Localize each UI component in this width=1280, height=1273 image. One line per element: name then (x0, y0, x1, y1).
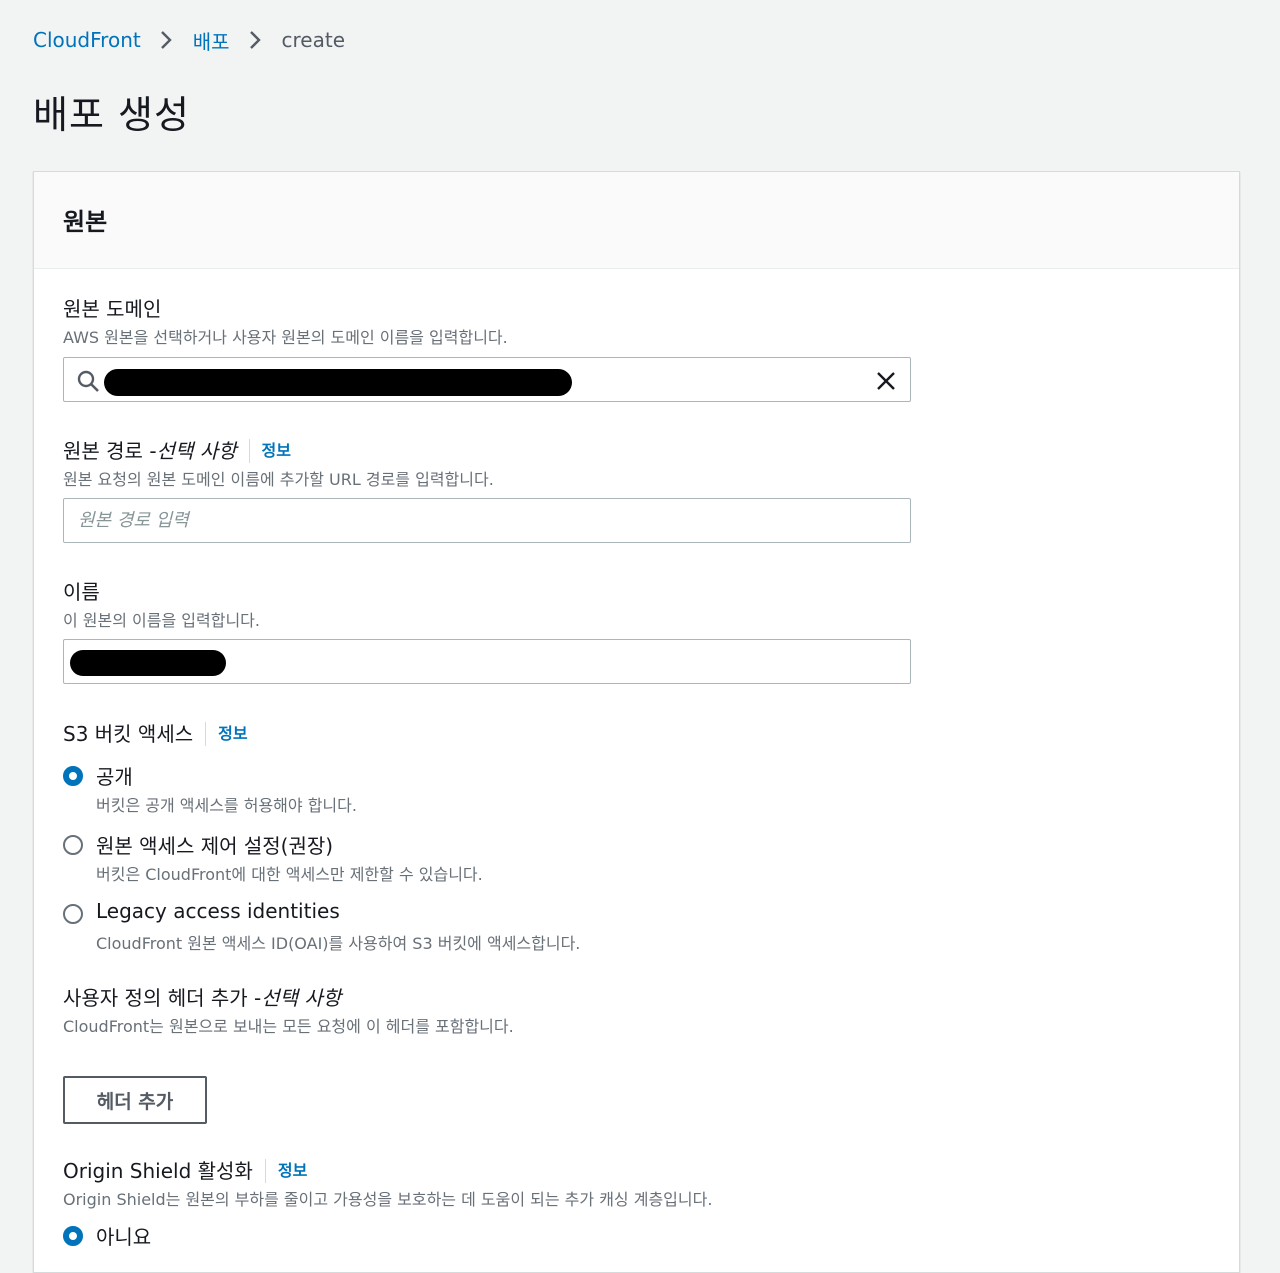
custom-header-field: 사용자 정의 헤더 추가 - 선택 사항 CloudFront는 원본으로 보내… (63, 984, 514, 1039)
radio-legacy-oai-label: Legacy access identities (96, 899, 340, 923)
radio-public-description: 버킷은 공개 액세스를 허용해야 합니다. (96, 796, 357, 815)
redacted-name (70, 650, 226, 676)
radio-button-origin-shield-no[interactable] (63, 1226, 83, 1246)
radio-origin-access-control-label: 원본 액세스 제어 설정(권장) (96, 834, 334, 858)
close-icon[interactable] (874, 369, 898, 393)
panel-title: 원본 (63, 208, 108, 236)
custom-header-label: 사용자 정의 헤더 추가 - (63, 986, 262, 1010)
search-icon (77, 370, 99, 392)
name-field: 이름 이 원본의 이름을 입력합니다. (63, 578, 260, 633)
chevron-right-icon (160, 31, 172, 49)
radio-public-label: 공개 (96, 765, 133, 789)
origin-path-label: 원본 경로 - (63, 439, 157, 463)
s3-access-field: S3 버킷 액세스 정보 (63, 720, 248, 748)
s3-access-label: S3 버킷 액세스 (63, 722, 194, 746)
breadcrumb: CloudFront 배포 create (33, 24, 345, 56)
origin-domain-description: AWS 원본을 선택하거나 사용자 원본의 도메인 이름을 입력합니다. (63, 328, 508, 347)
add-header-button[interactable]: 헤더 추가 (63, 1076, 207, 1124)
custom-header-optional: 선택 사항 (261, 986, 342, 1010)
origin-panel: 원본 원본 도메인 AWS 원본을 선택하거나 사용자 원본의 도메인 이름을 … (33, 171, 1240, 1273)
name-description: 이 원본의 이름을 입력합니다. (63, 611, 260, 630)
page-title: 배포 생성 (33, 93, 190, 137)
origin-shield-info-link[interactable]: 정보 (264, 1159, 307, 1183)
breadcrumb-distributions[interactable]: 배포 (193, 26, 230, 55)
origin-shield-field: Origin Shield 활성화 정보 Origin Shield는 원본의 … (63, 1157, 712, 1212)
origin-domain-label: 원본 도메인 (63, 297, 162, 321)
radio-origin-shield-no-label: 아니요 (96, 1225, 152, 1249)
origin-path-optional: 선택 사항 (156, 439, 237, 463)
origin-path-field: 원본 경로 - 선택 사항 정보 원본 요청의 원본 도메인 이름에 추가할 U… (63, 437, 494, 492)
origin-domain-field: 원본 도메인 AWS 원본을 선택하거나 사용자 원본의 도메인 이름을 입력합… (63, 295, 508, 350)
redacted-domain (104, 369, 572, 396)
name-label: 이름 (63, 580, 100, 604)
origin-path-input[interactable] (64, 499, 910, 542)
origin-shield-label: Origin Shield 활성화 (63, 1159, 253, 1183)
origin-path-input-wrapper (63, 498, 911, 543)
radio-legacy-oai-description: CloudFront 원본 액세스 ID(OAI)를 사용하여 S3 버킷에 액… (96, 934, 581, 953)
radio-origin-access-control-description: 버킷은 CloudFront에 대한 액세스만 제한할 수 있습니다. (96, 865, 483, 884)
origin-path-description: 원본 요청의 원본 도메인 이름에 추가할 URL 경로를 입력합니다. (63, 470, 494, 489)
panel-header: 원본 (34, 172, 1239, 269)
breadcrumb-cloudfront[interactable]: CloudFront (33, 28, 141, 52)
breadcrumb-create: create (281, 28, 346, 52)
name-input-wrapper (63, 639, 911, 684)
chevron-right-icon (249, 31, 261, 49)
origin-path-info-link[interactable]: 정보 (248, 439, 291, 463)
radio-button-origin-access-control[interactable] (63, 835, 83, 855)
custom-header-description: CloudFront는 원본으로 보내는 모든 요청에 이 헤더를 포함합니다. (63, 1017, 514, 1036)
radio-button-public[interactable] (63, 766, 83, 786)
origin-domain-input-wrapper (63, 357, 911, 402)
origin-shield-description: Origin Shield는 원본의 부하를 줄이고 가용성을 보호하는 데 도… (63, 1190, 713, 1209)
s3-access-info-link[interactable]: 정보 (205, 722, 248, 746)
radio-button-legacy-oai[interactable] (63, 904, 83, 924)
